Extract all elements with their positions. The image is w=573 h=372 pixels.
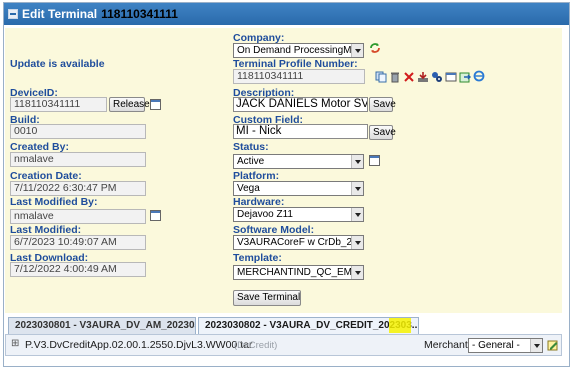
tab-package-2[interactable]: 2023030802 - V3AURA_DV_CREDIT_202303...: [198, 317, 419, 334]
last-modified-by-field: nmalave: [10, 209, 146, 224]
last-download-field: 7/12/2022 4:00:49 AM: [10, 262, 146, 277]
package-file-row: ⊞ P.V3.DvCreditApp.02.00.1.2550.DjvL3.WW…: [5, 334, 562, 356]
last-modified-by-label: Last Modified By:: [10, 196, 98, 208]
created-by-field: nmalave: [10, 152, 146, 167]
status-calendar-icon[interactable]: [369, 155, 380, 166]
template-label: Template:: [233, 252, 282, 264]
description-input[interactable]: JACK DANIELS Motor SVC M: [233, 97, 368, 112]
company-select[interactable]: On Demand ProcessingME...: [233, 43, 364, 58]
terminal-id-title: 118110341111: [101, 7, 178, 21]
merchant-select[interactable]: - General -: [468, 338, 543, 353]
release-button[interactable]: Release: [109, 97, 150, 112]
package-tabs: 2023030801 - V3AURA_DV_AM_20230308 20230…: [5, 317, 562, 334]
device-id-field: 118110341111: [10, 97, 107, 112]
terminal-form: Company: On Demand ProcessingME... Updat…: [5, 28, 562, 313]
status-select[interactable]: Active: [233, 154, 364, 169]
window-title: Edit Terminal: [22, 7, 98, 21]
last-modified-field: 6/7/2023 10:49:07 AM: [10, 235, 146, 250]
package-filename: P.V3.DvCreditApp.02.00.1.2550.DjvL3.WW00…: [25, 339, 253, 351]
platform-select[interactable]: Vega: [233, 181, 364, 196]
calendar-icon[interactable]: [150, 99, 161, 110]
build-field: 0010: [10, 124, 146, 139]
export-icon[interactable]: [459, 71, 471, 83]
yellow-highlight: [389, 318, 411, 333]
edit-icon[interactable]: [547, 339, 559, 351]
merchant-label: Merchant:: [424, 339, 471, 351]
browser-icon[interactable]: [473, 70, 485, 82]
package-tag: (DvCredit): [234, 340, 278, 351]
remove-icon[interactable]: [403, 71, 415, 83]
collapse-icon[interactable]: [8, 9, 18, 19]
description-save-button[interactable]: Save: [369, 97, 396, 112]
save-terminal-button[interactable]: Save Terminal: [233, 290, 301, 306]
terminal-profile-number-field: 118110341111: [233, 69, 365, 84]
expand-icon[interactable]: ⊞: [11, 338, 19, 349]
last-modified-calendar-icon[interactable]: [150, 210, 161, 221]
download-icon[interactable]: [417, 71, 429, 83]
copy-icon[interactable]: [375, 71, 387, 83]
creation-date-field: 7/11/2022 6:30:47 PM: [10, 181, 146, 196]
template-select[interactable]: MERCHANTIND_QC_EMVT...: [233, 265, 364, 280]
software-model-select[interactable]: V3AURACoreF w CrDb_202...: [233, 235, 364, 250]
custom-field-save-button[interactable]: Save: [369, 125, 396, 140]
window-icon[interactable]: [445, 71, 457, 83]
title-bar: Edit Terminal 118110341111: [4, 3, 569, 25]
delete-icon[interactable]: [389, 71, 401, 83]
tab-package-1[interactable]: 2023030801 - V3AURA_DV_AM_20230308: [8, 317, 196, 334]
hardware-select[interactable]: Dejavoo Z11: [233, 207, 364, 222]
custom-field-input[interactable]: MI - Nick: [233, 124, 368, 139]
refresh-icon[interactable]: [369, 42, 381, 54]
update-available-notice: Update is available: [10, 58, 105, 70]
settings-icon[interactable]: [431, 71, 443, 83]
status-label: Status:: [233, 141, 269, 153]
